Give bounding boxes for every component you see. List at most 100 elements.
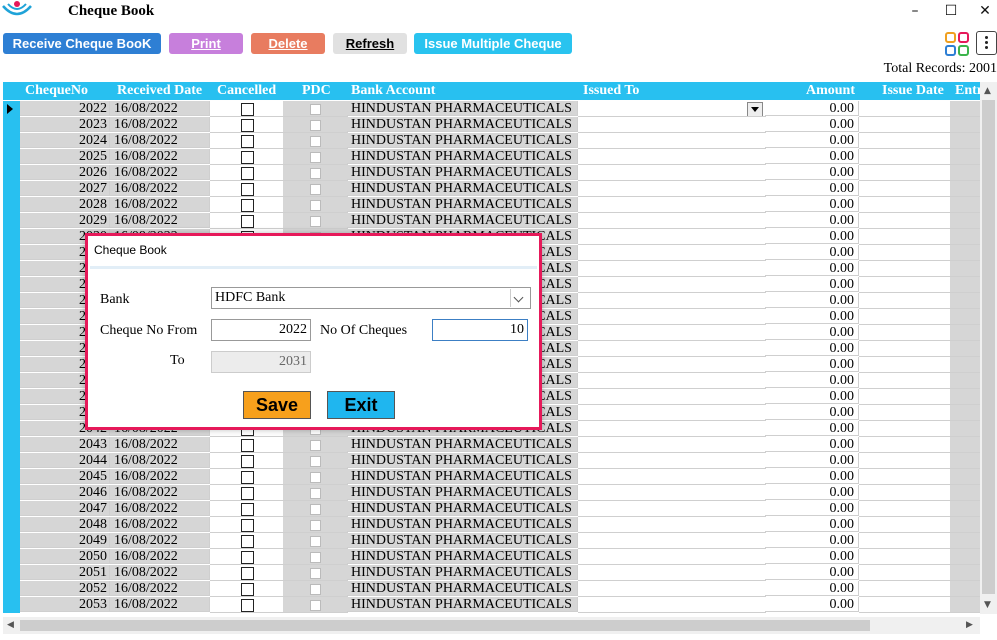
issue-date-cell[interactable]: [859, 261, 951, 277]
issued-to-cell[interactable]: [578, 485, 766, 501]
issue-date-cell[interactable]: [859, 533, 951, 549]
amount-cell[interactable]: 0.00: [765, 325, 859, 340]
issue-date-cell[interactable]: [859, 469, 951, 485]
maximize-button[interactable]: ☐: [937, 2, 965, 22]
row-selector[interactable]: [3, 421, 20, 437]
cheque-no-cell[interactable]: 2023: [20, 117, 110, 132]
issue-date-cell[interactable]: [859, 389, 951, 405]
entry-cell[interactable]: [950, 581, 981, 597]
amount-cell[interactable]: 0.00: [765, 165, 859, 180]
issued-to-cell[interactable]: [578, 213, 766, 229]
row-selector[interactable]: [3, 101, 20, 117]
amount-cell[interactable]: 0.00: [765, 405, 859, 420]
table-row[interactable]: 2049 16/08/2022 HINDUSTAN PHARMACEUTICALS 0…: [3, 533, 997, 549]
cancelled-checkbox[interactable]: [241, 551, 254, 564]
bank-account-cell[interactable]: HINDUSTAN PHARMACEUTICALS: [347, 101, 578, 116]
entry-cell[interactable]: [950, 437, 981, 453]
cheque-no-cell[interactable]: 2052: [20, 581, 110, 596]
issued-to-cell[interactable]: [578, 549, 766, 565]
amount-cell[interactable]: 0.00: [765, 245, 859, 260]
bank-account-cell[interactable]: HINDUSTAN PHARMACEUTICALS: [347, 437, 578, 452]
cancelled-checkbox[interactable]: [241, 135, 254, 148]
cancelled-checkbox[interactable]: [241, 471, 254, 484]
col-cheque-no[interactable]: ChequeNo: [25, 82, 110, 100]
cheque-no-cell[interactable]: 2045: [20, 469, 110, 484]
row-selector[interactable]: [3, 181, 20, 197]
issue-date-cell[interactable]: [859, 549, 951, 565]
received-date-cell[interactable]: 16/08/2022: [110, 101, 210, 116]
issue-date-cell[interactable]: [859, 117, 951, 133]
bank-account-cell[interactable]: HINDUSTAN PHARMACEUTICALS: [347, 597, 578, 612]
entry-cell[interactable]: [950, 389, 981, 405]
scroll-up-icon[interactable]: ▲: [984, 86, 991, 96]
issued-to-cell[interactable]: [578, 165, 766, 181]
amount-cell[interactable]: 0.00: [765, 117, 859, 132]
issued-to-cell[interactable]: [578, 565, 766, 581]
amount-cell[interactable]: 0.00: [765, 517, 859, 532]
issue-date-cell[interactable]: [859, 485, 951, 501]
amount-cell[interactable]: 0.00: [765, 133, 859, 148]
vertical-scroll-thumb[interactable]: [982, 100, 995, 594]
entry-cell[interactable]: [950, 261, 981, 277]
amount-cell[interactable]: 0.00: [765, 357, 859, 372]
refresh-button[interactable]: Refresh: [333, 33, 407, 54]
issue-multiple-cheque-button[interactable]: Issue Multiple Cheque: [414, 33, 572, 54]
issued-to-cell[interactable]: [578, 277, 766, 293]
received-date-cell[interactable]: 16/08/2022: [110, 117, 210, 132]
issued-to-cell[interactable]: [578, 133, 766, 149]
table-row[interactable]: 2027 16/08/2022 HINDUSTAN PHARMACEUTICALS 0…: [3, 181, 997, 197]
entry-cell[interactable]: [950, 245, 981, 261]
table-row[interactable]: 2044 16/08/2022 HINDUSTAN PHARMACEUTICALS 0…: [3, 453, 997, 469]
row-selector[interactable]: [3, 341, 20, 357]
col-received-date[interactable]: Received Date: [117, 82, 210, 100]
bank-account-cell[interactable]: HINDUSTAN PHARMACEUTICALS: [347, 469, 578, 484]
cheque-no-cell[interactable]: 2051: [20, 565, 110, 580]
issue-date-cell[interactable]: [859, 245, 951, 261]
col-pdc[interactable]: PDC: [302, 82, 347, 100]
print-button[interactable]: Print: [169, 33, 243, 54]
amount-cell[interactable]: 0.00: [765, 565, 859, 580]
issued-to-cell[interactable]: [578, 325, 766, 341]
more-options-icon[interactable]: [976, 31, 997, 55]
issue-date-cell[interactable]: [859, 309, 951, 325]
cheque-no-cell[interactable]: 2026: [20, 165, 110, 180]
cancelled-checkbox[interactable]: [241, 535, 254, 548]
issue-date-cell[interactable]: [859, 501, 951, 517]
bank-account-cell[interactable]: HINDUSTAN PHARMACEUTICALS: [347, 581, 578, 596]
table-row[interactable]: 2050 16/08/2022 HINDUSTAN PHARMACEUTICALS 0…: [3, 549, 997, 565]
bank-account-cell[interactable]: HINDUSTAN PHARMACEUTICALS: [347, 197, 578, 212]
bank-account-cell[interactable]: HINDUSTAN PHARMACEUTICALS: [347, 533, 578, 548]
col-entry[interactable]: Entry: [955, 82, 980, 100]
cheque-no-cell[interactable]: 2044: [20, 453, 110, 468]
entry-cell[interactable]: [950, 517, 981, 533]
issue-date-cell[interactable]: [859, 293, 951, 309]
issued-to-cell[interactable]: [578, 101, 766, 117]
receive-cheque-book-button[interactable]: Receive Cheque BooK: [3, 33, 161, 54]
entry-cell[interactable]: [950, 501, 981, 517]
bank-account-cell[interactable]: HINDUSTAN PHARMACEUTICALS: [347, 501, 578, 516]
issued-to-cell[interactable]: [578, 389, 766, 405]
issue-date-cell[interactable]: [859, 437, 951, 453]
issued-to-cell[interactable]: [578, 405, 766, 421]
col-issued-to[interactable]: Issued To: [583, 82, 765, 100]
bank-account-cell[interactable]: HINDUSTAN PHARMACEUTICALS: [347, 485, 578, 500]
issue-date-cell[interactable]: [859, 277, 951, 293]
issue-date-cell[interactable]: [859, 597, 951, 613]
issue-date-cell[interactable]: [859, 341, 951, 357]
cheque-no-cell[interactable]: 2043: [20, 437, 110, 452]
entry-cell[interactable]: [950, 117, 981, 133]
row-selector[interactable]: [3, 197, 20, 213]
received-date-cell[interactable]: 16/08/2022: [110, 149, 210, 164]
amount-cell[interactable]: 0.00: [765, 101, 859, 116]
issued-to-cell[interactable]: [578, 437, 766, 453]
scroll-down-icon[interactable]: ▼: [984, 600, 991, 610]
row-selector[interactable]: [3, 133, 20, 149]
row-selector[interactable]: [3, 325, 20, 341]
chevron-down-icon[interactable]: [510, 289, 529, 307]
issue-date-cell[interactable]: [859, 149, 951, 165]
amount-cell[interactable]: 0.00: [765, 149, 859, 164]
table-row[interactable]: 2024 16/08/2022 HINDUSTAN PHARMACEUTICALS 0…: [3, 133, 997, 149]
row-selector[interactable]: [3, 293, 20, 309]
cheque-no-cell[interactable]: 2024: [20, 133, 110, 148]
cancelled-checkbox[interactable]: [241, 119, 254, 132]
